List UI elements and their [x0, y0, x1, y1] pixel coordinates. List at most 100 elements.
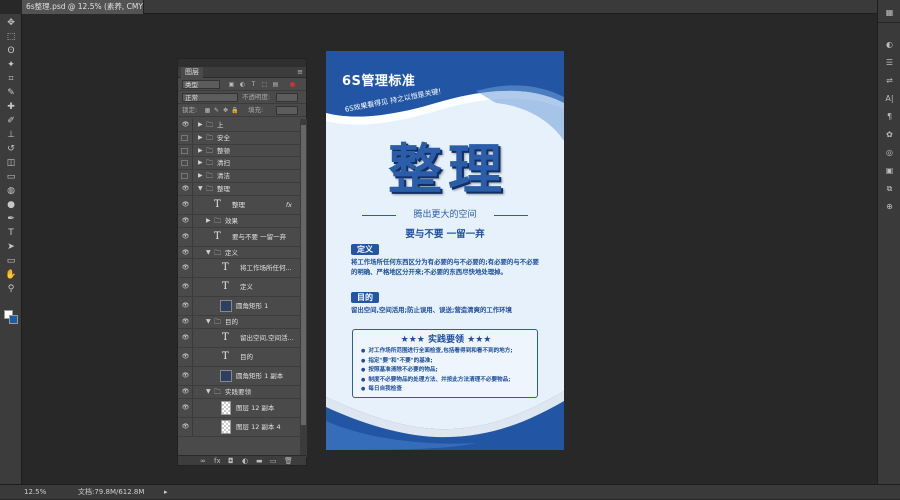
collapse-arrow-icon[interactable]: ▼: [198, 183, 203, 195]
dock-panel-icon[interactable]: ¶: [883, 112, 896, 122]
visibility-eye-icon[interactable]: 👁: [181, 386, 190, 398]
dock-panel-icon[interactable]: ⊕: [883, 202, 896, 212]
visibility-eye-icon[interactable]: 👁: [181, 228, 190, 246]
collapse-arrow-icon[interactable]: ▼: [206, 316, 211, 328]
dock-panel-icon[interactable]: ▣: [883, 166, 896, 176]
filter-type-icon[interactable]: T: [250, 81, 257, 88]
visibility-eye-icon[interactable]: 👁: [181, 348, 190, 366]
hand-tool-icon[interactable]: ✋: [4, 270, 18, 281]
gradient-tool-icon[interactable]: ▭: [4, 172, 18, 183]
layer-row[interactable]: 👁 ▼ 🗀 实践要领: [178, 386, 300, 399]
filter-shape-icon[interactable]: ⬚: [261, 81, 268, 88]
visibility-eye-icon[interactable]: 👁: [181, 316, 190, 328]
path-selection-tool-icon[interactable]: ➤: [4, 242, 18, 253]
filter-pixel-icon[interactable]: ▣: [228, 81, 235, 88]
history-brush-tool-icon[interactable]: ↺: [4, 144, 18, 155]
dock-panel-icon[interactable]: ◐: [883, 40, 896, 50]
healing-brush-tool-icon[interactable]: ✚: [4, 102, 18, 113]
adjustment-layer-icon[interactable]: ◐: [242, 456, 248, 466]
layer-row[interactable]: 👁 T 整理 fx: [178, 195, 300, 215]
layer-row[interactable]: 👁 ▼ 🗀 定义: [178, 246, 300, 260]
layer-row[interactable]: 👁 ▶ 🗀 上: [178, 119, 300, 132]
layer-row[interactable]: ▶ 🗀 清洁: [178, 170, 300, 183]
layer-row[interactable]: 👁 图层 12 副本: [178, 398, 300, 418]
filter-adjust-icon[interactable]: ◐: [239, 81, 246, 88]
dock-panel-icon[interactable]: ▦: [883, 8, 896, 18]
lock-all-icon[interactable]: 🔒: [231, 107, 238, 114]
lock-pixels-icon[interactable]: ✎: [213, 107, 220, 114]
layer-row[interactable]: ▶ 🗀 安全: [178, 131, 300, 145]
visibility-eye-icon[interactable]: 👁: [181, 247, 190, 259]
lasso-tool-icon[interactable]: ʘ: [4, 46, 18, 57]
lock-position-icon[interactable]: ✥: [222, 107, 229, 114]
visibility-eye-icon[interactable]: 👁: [181, 183, 190, 195]
panel-grip[interactable]: [178, 59, 306, 67]
layer-row[interactable]: 👁 圆角矩形 1: [178, 297, 300, 317]
layer-kind-select[interactable]: 类型: [182, 80, 220, 89]
dock-panel-icon[interactable]: A|: [883, 94, 896, 104]
layer-row[interactable]: 👁 T 将工作场所任何...: [178, 259, 300, 279]
layer-row[interactable]: ▶ 🗀 清扫: [178, 157, 300, 171]
visibility-eye-icon[interactable]: 👁: [181, 196, 190, 214]
visibility-toggle[interactable]: [181, 160, 188, 167]
visibility-toggle[interactable]: [181, 134, 188, 141]
layer-row[interactable]: 👁 图层 12 副本 4: [178, 417, 300, 437]
visibility-eye-icon[interactable]: 👁: [181, 399, 190, 417]
magic-wand-tool-icon[interactable]: ✦: [4, 60, 18, 71]
layer-list-scrollbar[interactable]: [300, 119, 307, 457]
collapse-arrow-icon[interactable]: ▼: [206, 247, 211, 259]
add-style-icon[interactable]: fx: [214, 456, 221, 466]
layer-row[interactable]: 👁 T 目的: [178, 348, 300, 368]
layer-row[interactable]: 👁 T 留出空间,空间活...: [178, 329, 300, 349]
brush-tool-icon[interactable]: ✐: [4, 116, 18, 127]
layer-row[interactable]: 👁 ▼ 🗀 目的: [178, 316, 300, 330]
dock-panel-icon[interactable]: ⧉: [883, 184, 896, 194]
document-tab[interactable]: 6s整理.psd @ 12.5% (素养, CMYK/8) *×: [22, 0, 144, 14]
filter-smart-icon[interactable]: ▤: [272, 81, 279, 88]
blur-tool-icon[interactable]: ◍: [4, 186, 18, 197]
visibility-eye-icon[interactable]: 👁: [181, 259, 190, 277]
layer-row[interactable]: 👁 ▶ 🗀 效果: [178, 214, 300, 228]
visibility-eye-icon[interactable]: 👁: [181, 418, 190, 436]
expand-arrow-icon[interactable]: ▶: [206, 215, 211, 227]
dock-panel-icon[interactable]: ☰: [883, 58, 896, 68]
layer-row[interactable]: 👁 圆角矩形 1 副本: [178, 367, 300, 387]
scroll-thumb[interactable]: [301, 125, 306, 425]
filter-toggle-icon[interactable]: [290, 82, 295, 87]
delete-layer-icon[interactable]: 🗑: [284, 456, 293, 466]
link-layers-icon[interactable]: ∞: [200, 456, 206, 466]
layer-row[interactable]: 👁 T 定义: [178, 278, 300, 298]
layers-panel-tab[interactable]: 图层: [181, 67, 203, 78]
dock-panel-icon[interactable]: ✿: [883, 130, 896, 140]
lock-transparent-icon[interactable]: ▦: [204, 107, 211, 114]
expand-arrow-icon[interactable]: ▶: [198, 157, 203, 169]
type-tool-icon[interactable]: T: [4, 228, 18, 239]
marquee-tool-icon[interactable]: ⬚: [4, 32, 18, 43]
eyedropper-tool-icon[interactable]: ✎: [4, 88, 18, 99]
clone-stamp-tool-icon[interactable]: ⊥: [4, 130, 18, 141]
poster-canvas[interactable]: 6S管理标准 6S效果看得见 持之以恒是关键! 整理 腾出更大的空间 要与不要 …: [326, 51, 564, 450]
dock-panel-icon[interactable]: ⇌: [883, 76, 896, 86]
crop-tool-icon[interactable]: ⌗: [4, 74, 18, 85]
visibility-eye-icon[interactable]: 👁: [181, 367, 190, 385]
dodge-tool-icon[interactable]: ●: [4, 200, 18, 211]
shape-tool-icon[interactable]: ▭: [4, 256, 18, 267]
new-layer-icon[interactable]: ▭: [270, 456, 277, 466]
collapse-arrow-icon[interactable]: ▼: [206, 386, 211, 398]
eraser-tool-icon[interactable]: ◫: [4, 158, 18, 169]
layer-row[interactable]: 👁 T 要与不要 一留一弃: [178, 227, 300, 247]
add-mask-icon[interactable]: ◘: [228, 456, 234, 466]
background-color-swatch[interactable]: [9, 315, 18, 324]
visibility-eye-icon[interactable]: 👁: [181, 278, 190, 296]
expand-arrow-icon[interactable]: ▶: [198, 119, 203, 131]
zoom-tool-icon[interactable]: ⚲: [4, 284, 18, 295]
visibility-eye-icon[interactable]: 👁: [181, 119, 190, 131]
dock-panel-icon[interactable]: ◎: [883, 148, 896, 158]
visibility-toggle[interactable]: [181, 147, 188, 154]
visibility-toggle[interactable]: [181, 173, 188, 180]
pen-tool-icon[interactable]: ✒: [4, 214, 18, 225]
expand-arrow-icon[interactable]: ▶: [198, 132, 203, 144]
expand-arrow-icon[interactable]: ▶: [198, 145, 203, 157]
move-tool-icon[interactable]: ✥: [4, 18, 18, 29]
visibility-eye-icon[interactable]: 👁: [181, 215, 190, 227]
